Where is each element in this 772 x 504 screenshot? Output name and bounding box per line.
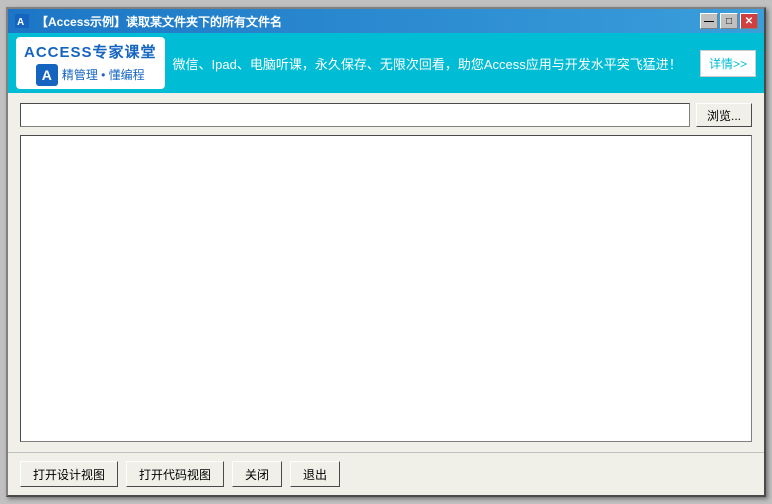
title-controls: — □ ✕: [700, 13, 758, 29]
maximize-button[interactable]: □: [720, 13, 738, 29]
ad-logo-sub-text: 精管理 • 懂编程: [62, 66, 145, 83]
ad-text: 微信、Ipad、电脑听课，永久保存、无限次回看，助您Access应用与开发水平突…: [173, 54, 692, 73]
close-button-footer[interactable]: 关闭: [232, 461, 282, 487]
path-input[interactable]: [20, 103, 690, 127]
browse-button[interactable]: 浏览...: [696, 103, 752, 127]
ad-logo-sub: A 精管理 • 懂编程: [36, 64, 145, 86]
minimize-button[interactable]: —: [700, 13, 718, 29]
main-content: 浏览...: [8, 93, 764, 452]
open-code-view-button[interactable]: 打开代码视图: [126, 461, 224, 487]
open-design-view-button[interactable]: 打开设计视图: [20, 461, 118, 487]
title-bar: A 【Access示例】读取某文件夹下的所有文件名 — □ ✕: [8, 9, 764, 33]
ad-logo-title: ACCESS专家课堂: [24, 41, 157, 62]
title-bar-left: A 【Access示例】读取某文件夹下的所有文件名: [14, 13, 282, 30]
ad-bar: ACCESS专家课堂 A 精管理 • 懂编程 微信、Ipad、电脑听课，永久保存…: [8, 33, 764, 93]
access-icon: A: [36, 64, 58, 86]
svg-text:A: A: [17, 17, 24, 28]
path-row: 浏览...: [20, 103, 752, 127]
ad-logo: ACCESS专家课堂 A 精管理 • 懂编程: [16, 37, 165, 89]
footer-bar: 打开设计视图 打开代码视图 关闭 退出: [8, 452, 764, 495]
close-button[interactable]: ✕: [740, 13, 758, 29]
file-list-area: [20, 135, 752, 442]
app-icon: A: [14, 13, 30, 29]
ad-detail-button[interactable]: 详情>>: [700, 50, 756, 77]
exit-button[interactable]: 退出: [290, 461, 340, 487]
main-window: A 【Access示例】读取某文件夹下的所有文件名 — □ ✕ ACCESS专家…: [6, 7, 766, 497]
window-title: 【Access示例】读取某文件夹下的所有文件名: [36, 13, 282, 30]
